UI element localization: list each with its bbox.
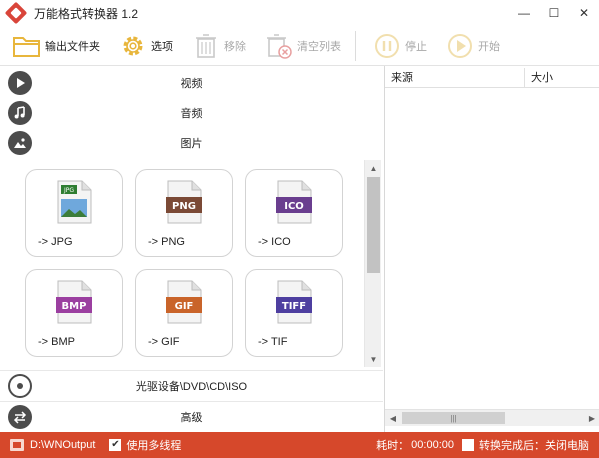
format-tile-label: -> BMP — [38, 336, 75, 348]
format-tile-tif[interactable]: TIFF -> TIF — [245, 269, 343, 357]
category-disc[interactable]: 光驱设备\DVD\CD\ISO — [0, 370, 383, 400]
multithread-checkbox[interactable]: ✔ — [109, 439, 122, 451]
svg-text:BMP: BMP — [62, 301, 87, 312]
format-tile-png[interactable]: PNG -> PNG — [135, 169, 233, 257]
format-tile-label: -> PNG — [148, 236, 185, 248]
category-panel: 视频 音频 图片 JPG -> JPG PNG -> PNG ICO -> IC… — [0, 66, 383, 432]
clear-list-icon — [264, 31, 294, 61]
png-file-icon: PNG — [166, 180, 202, 224]
format-tile-ico[interactable]: ICO -> ICO — [245, 169, 343, 257]
app-logo-icon — [4, 1, 28, 25]
format-tile-bmp[interactable]: BMP -> BMP — [25, 269, 123, 357]
category-disc-label: 光驱设备\DVD\CD\ISO — [135, 380, 248, 393]
scroll-up-arrow-icon[interactable]: ▲ — [365, 160, 382, 176]
clear-list-label: 清空列表 — [297, 40, 341, 53]
svg-text:GIF: GIF — [175, 301, 194, 312]
shutdown-after-checkbox[interactable]: ✔ — [462, 439, 474, 451]
window-title: 万能格式转换器 1.2 — [34, 6, 139, 21]
scrollbar-thumb[interactable] — [367, 177, 380, 273]
category-image-label: 图片 — [180, 138, 203, 150]
output-folder-label: 输出文件夹 — [45, 40, 100, 53]
format-tile-label: -> JPG — [38, 236, 73, 248]
category-audio-label: 音频 — [180, 108, 203, 120]
elapsed-value: 00:00:00 — [411, 439, 454, 451]
elapsed-label: 耗时： — [376, 440, 410, 452]
play-circle-icon — [8, 71, 32, 95]
minimize-button[interactable]: — — [509, 0, 539, 26]
play-icon — [445, 31, 475, 61]
toolbar-divider — [355, 30, 356, 61]
close-button[interactable]: ✕ — [569, 0, 599, 26]
format-tile-label: -> GIF — [148, 336, 180, 348]
hscroll-thumb[interactable]: ||| — [402, 412, 505, 424]
file-list-panel: 来源 大小 ◀ ||| ▶ — [384, 66, 599, 432]
format-tile-label: -> TIF — [258, 336, 288, 348]
svg-text:JPG: JPG — [63, 187, 74, 194]
svg-text:TIFF: TIFF — [282, 301, 306, 312]
category-advanced[interactable]: 高级 — [0, 401, 383, 431]
music-note-icon — [8, 101, 32, 125]
stop-button[interactable]: 停止 — [366, 29, 433, 63]
ico-file-icon: ICO — [276, 180, 312, 224]
format-grid: JPG -> JPG PNG -> PNG ICO -> ICO BMP -> … — [0, 160, 383, 370]
toolbar: 输出文件夹 选项 移除 清空列表 停止 开始 — [0, 26, 599, 66]
jpg-file-icon: JPG — [57, 180, 92, 224]
category-video[interactable]: 视频 — [0, 68, 383, 98]
scroll-left-arrow-icon[interactable]: ◀ — [385, 410, 401, 426]
file-list-header: 来源 大小 — [385, 68, 599, 88]
format-grid-scrollbar[interactable]: ▲ ▼ — [364, 160, 381, 367]
pause-icon — [372, 31, 402, 61]
status-right: 耗时： 00:00:00 ✔ 转换完成后：关闭电脑 — [376, 437, 589, 453]
category-audio[interactable]: 音频 — [0, 98, 383, 128]
svg-text:ICO: ICO — [284, 201, 304, 212]
title-bar: 万能格式转换器 1.2 — ☐ ✕ — [0, 0, 599, 26]
clear-list-button[interactable]: 清空列表 — [258, 29, 347, 63]
gear-icon — [118, 31, 148, 61]
bmp-file-icon: BMP — [56, 280, 92, 324]
options-label: 选项 — [151, 40, 173, 53]
multithread-label: 使用多线程 — [126, 440, 182, 452]
category-advanced-label: 高级 — [180, 411, 203, 424]
category-video-label: 视频 — [180, 78, 203, 90]
trash-icon — [191, 31, 221, 61]
file-list-hscrollbar[interactable]: ◀ ||| ▶ — [385, 409, 599, 426]
swap-arrows-icon — [8, 404, 32, 429]
options-button[interactable]: 选项 — [112, 29, 179, 63]
format-tile-label: -> ICO — [258, 236, 291, 248]
format-tile-gif[interactable]: GIF -> GIF — [135, 269, 233, 357]
disc-icon — [8, 373, 32, 398]
scroll-down-arrow-icon[interactable]: ▼ — [365, 351, 382, 367]
tiff-file-icon: TIFF — [276, 280, 312, 324]
remove-button[interactable]: 移除 — [185, 29, 252, 63]
stop-label: 停止 — [405, 40, 427, 53]
start-button[interactable]: 开始 — [439, 29, 506, 63]
remove-label: 移除 — [224, 40, 246, 53]
landscape-image-icon — [8, 131, 32, 155]
start-label: 开始 — [478, 40, 500, 53]
format-tile-jpg[interactable]: JPG -> JPG — [25, 169, 123, 257]
gif-file-icon: GIF — [166, 280, 202, 324]
column-header-source[interactable]: 来源 — [385, 68, 525, 88]
maximize-button[interactable]: ☐ — [539, 0, 569, 26]
window-controls: — ☐ ✕ — [509, 0, 599, 26]
output-folder-button[interactable]: 输出文件夹 — [6, 29, 106, 63]
output-path[interactable]: D:\WNOutput — [30, 439, 95, 451]
column-header-size[interactable]: 大小 — [525, 68, 599, 88]
svg-text:PNG: PNG — [172, 201, 196, 212]
scroll-right-arrow-icon[interactable]: ▶ — [584, 410, 599, 426]
status-bar: D:\WNOutput ✔ 使用多线程 耗时： 00:00:00 ✔ 转换完成后… — [0, 432, 599, 458]
output-folder-icon[interactable] — [10, 439, 24, 451]
shutdown-after-label: 转换完成后：关闭电脑 — [479, 440, 589, 452]
category-image[interactable]: 图片 — [0, 128, 383, 158]
folder-icon — [12, 31, 42, 61]
